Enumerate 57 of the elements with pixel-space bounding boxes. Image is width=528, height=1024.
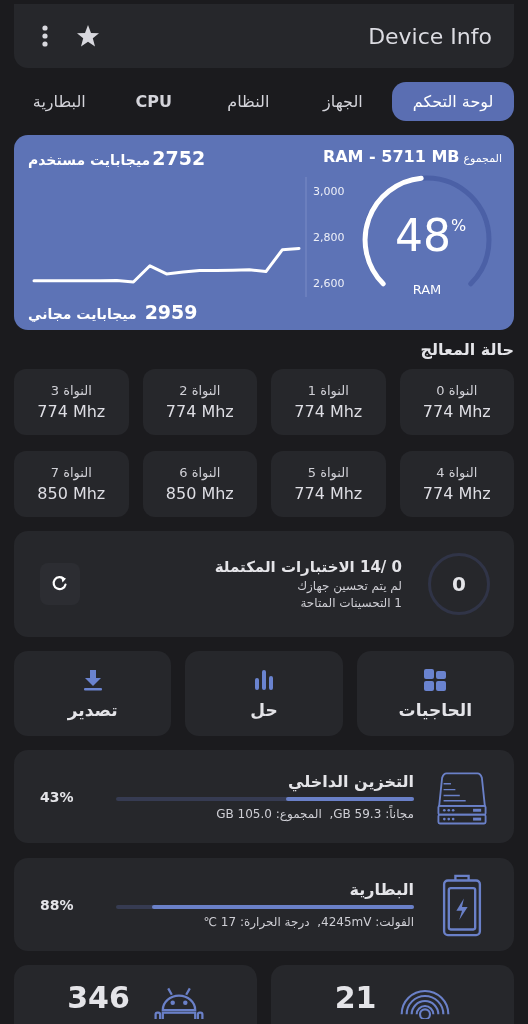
free-memory-label: ميجابايت مجاني <box>28 306 137 322</box>
used-memory-value: 2752 <box>152 147 206 169</box>
tab[interactable]: لوحة التحكم <box>392 82 514 121</box>
star-icon[interactable] <box>76 24 100 48</box>
battery-icon <box>440 872 484 937</box>
core-frequency: 774 Mhz <box>294 484 363 503</box>
meter-title: التخزين الداخلي <box>287 772 414 791</box>
meter-percent: 43% <box>40 788 75 805</box>
core-name: النواة 5 <box>307 465 349 480</box>
action-button[interactable]: حل <box>185 651 343 736</box>
tab[interactable]: البطارية <box>14 82 105 121</box>
core-name: النواة 4 <box>436 465 478 480</box>
action-button[interactable]: الحاجيات <box>356 651 514 736</box>
meter-details: مجاناً: 59.3 GB, المجموع: 105.0 GB <box>215 807 414 821</box>
meter-percent: 88% <box>40 896 75 913</box>
free-memory-value: 2959 <box>144 301 198 323</box>
gauge-label: RAM <box>412 282 442 297</box>
grid-icon <box>423 667 448 692</box>
core-name: النواة 7 <box>50 465 92 480</box>
axis-tick-label: 3,000 <box>313 184 345 198</box>
axis-tick-label: 2,800 <box>313 231 345 244</box>
core-frequency: 774 Mhz <box>37 402 106 421</box>
core-frequency: 774 Mhz <box>422 484 491 503</box>
refresh-button[interactable] <box>40 563 80 605</box>
section-title: حالة المعالج <box>420 340 514 359</box>
core-frequency: 850 Mhz <box>37 484 106 503</box>
total-memory: RAM - 5711 MB <box>322 147 460 166</box>
core-frequency: 774 Mhz <box>165 402 234 421</box>
meter-details: الفولت: 4245mV, درجة الحرارة: 17 ℃ <box>202 915 414 929</box>
stat-value: 21 <box>334 983 377 1013</box>
status-text: لم يتم تحسين جهازك <box>296 579 402 593</box>
score-ring: 0 <box>428 553 490 615</box>
refresh-icon <box>51 575 69 593</box>
tests-title: 0 /14 الاختبارات المكتملة <box>213 558 402 576</box>
core-name: النواة 2 <box>179 383 221 398</box>
meter-title: البطارية <box>348 880 414 899</box>
action-button[interactable]: تصدير <box>14 651 172 736</box>
core-frequency: 850 Mhz <box>165 484 234 503</box>
core-frequency: 774 Mhz <box>294 402 363 421</box>
more-menu-icon[interactable] <box>42 25 48 47</box>
app-title: Device Info <box>368 23 492 49</box>
total-label: المجموع <box>463 152 502 165</box>
usage-percent: 48 <box>395 210 451 261</box>
status-text: 1 التحسينات المتاحة <box>299 596 402 610</box>
percent-sign: % <box>451 216 467 235</box>
core-name: النواة 1 <box>307 383 349 398</box>
axis-tick-label: 2,600 <box>313 277 345 291</box>
tab[interactable]: CPU <box>108 82 200 121</box>
core-name: النواة 6 <box>179 465 221 480</box>
core-name: النواة 3 <box>50 383 92 398</box>
bar-chart-icon <box>252 667 276 692</box>
used-memory-label: ميجابايت مستخدم <box>28 152 151 168</box>
tab[interactable]: الجهاز <box>297 82 389 121</box>
tab[interactable]: النظام <box>203 82 294 121</box>
core-frequency: 774 Mhz <box>422 402 491 421</box>
core-name: النواة 0 <box>436 383 478 398</box>
stat-value: 346 <box>67 983 130 1013</box>
